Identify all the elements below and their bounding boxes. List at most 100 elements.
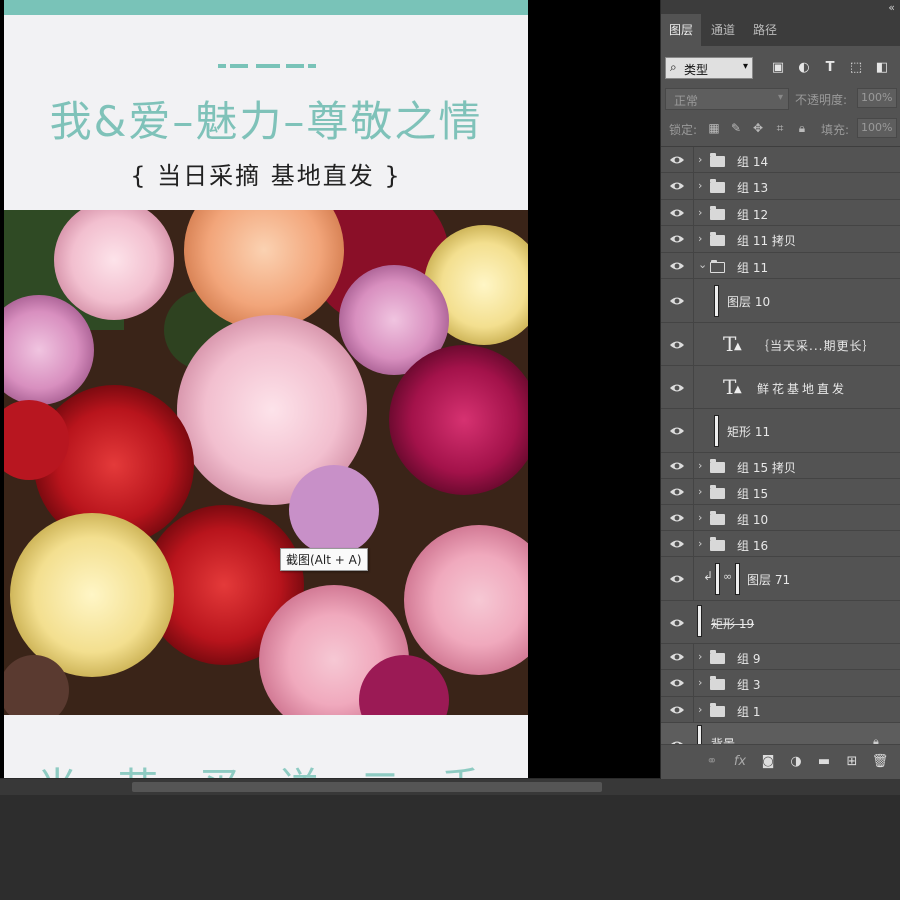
lock-row: 锁定: ▦ ✎ ✥ ⌗ 🔒︎ 填充: 100%: [661, 118, 900, 140]
blend-mode-select[interactable]: 正常 ▾: [665, 88, 789, 110]
chevron-right-icon[interactable]: ›: [698, 459, 702, 472]
layer-row[interactable]: 图层 10: [661, 279, 900, 323]
document-top-bar: [4, 0, 528, 15]
collapse-panel-icon[interactable]: «: [888, 1, 895, 14]
filter-type-label: 类型: [684, 63, 709, 77]
fill-input[interactable]: 100%: [857, 118, 897, 138]
panel-tabs: 图层 通道 路径: [661, 14, 900, 46]
eye-icon[interactable]: [669, 573, 685, 585]
eye-icon[interactable]: [669, 295, 685, 307]
layer-row[interactable]: T ▲ ｛当天采...期更长｝: [661, 323, 900, 366]
chevron-right-icon[interactable]: ›: [698, 232, 702, 245]
canvas-workspace[interactable]: 我&爱–魅力–尊敬之情 { 当日采摘 基地直发 } 截图(Alt + A): [0, 0, 660, 778]
eye-icon[interactable]: [669, 617, 685, 629]
folder-icon: [710, 179, 725, 193]
lock-brush-icon[interactable]: ✎: [729, 121, 743, 135]
adjustment-layer-icon[interactable]: ◑: [787, 753, 805, 771]
layer-row[interactable]: › 组 13: [661, 173, 900, 200]
layer-row[interactable]: › 组 12: [661, 200, 900, 226]
layer-row[interactable]: › 组 15: [661, 479, 900, 505]
chevron-right-icon[interactable]: ›: [698, 537, 702, 550]
eye-icon[interactable]: [669, 425, 685, 437]
eye-icon[interactable]: [669, 382, 685, 394]
layer-name: 图层 71: [747, 573, 791, 587]
tab-channels[interactable]: 通道: [703, 14, 743, 46]
eye-icon[interactable]: [669, 207, 685, 219]
smart-object-filter-icon[interactable]: ◧: [873, 59, 891, 77]
trash-icon[interactable]: 🗑︎: [871, 753, 889, 771]
lock-transparency-icon[interactable]: ▦: [707, 121, 721, 135]
lock-all-icon[interactable]: 🔒︎: [795, 121, 809, 135]
opacity-input[interactable]: 100%: [857, 88, 897, 108]
decorative-dashes: [218, 64, 318, 68]
chevron-right-icon[interactable]: ›: [698, 485, 702, 498]
chevron-right-icon[interactable]: ›: [698, 650, 702, 663]
fx-icon[interactable]: fx: [731, 753, 749, 771]
tab-layers[interactable]: 图层: [661, 14, 702, 46]
eye-icon[interactable]: [669, 677, 685, 689]
layer-row[interactable]: › 组 9: [661, 644, 900, 670]
lock-label: 锁定:: [669, 123, 698, 137]
shape-filter-icon[interactable]: ⬚: [847, 59, 865, 77]
eye-icon[interactable]: [669, 460, 685, 472]
eye-icon[interactable]: [669, 704, 685, 716]
open-folder-icon: [710, 260, 725, 273]
layer-row[interactable]: › 组 15 拷贝: [661, 453, 900, 479]
chevron-right-icon[interactable]: ›: [698, 703, 702, 716]
new-layer-icon[interactable]: ⊞: [843, 753, 861, 771]
folder-icon: [710, 485, 725, 499]
layer-row[interactable]: › 组 3: [661, 670, 900, 697]
document-canvas[interactable]: 我&爱–魅力–尊敬之情 { 当日采摘 基地直发 }: [4, 0, 528, 778]
layer-thumbnail: [714, 285, 719, 317]
layer-name: 组 15 拷贝: [737, 461, 796, 475]
layer-name: 组 15: [737, 487, 769, 501]
chevron-right-icon[interactable]: ›: [698, 511, 702, 524]
image-filter-icon[interactable]: ▣: [769, 59, 787, 77]
chevron-right-icon[interactable]: ›: [698, 206, 702, 219]
layer-row[interactable]: 矩形 11: [661, 409, 900, 453]
layer-name: 组 1: [737, 705, 761, 719]
document-title: 我&爱–魅力–尊敬之情: [49, 97, 483, 146]
lock-move-icon[interactable]: ✥: [751, 121, 765, 135]
layer-row[interactable]: › 组 14: [661, 147, 900, 173]
eye-icon[interactable]: [669, 651, 685, 663]
folder-icon: [710, 153, 725, 167]
layer-row[interactable]: › 组 10: [661, 505, 900, 531]
chevron-down-icon: ▾: [742, 61, 748, 72]
horizontal-scrollbar[interactable]: [0, 778, 900, 795]
eye-icon[interactable]: [669, 339, 685, 351]
chevron-right-icon[interactable]: ›: [698, 676, 702, 689]
folder-icon: [710, 206, 725, 220]
layer-row[interactable]: 背景 🔒︎: [661, 723, 900, 745]
new-group-icon[interactable]: ▬: [815, 753, 833, 771]
filter-type-select[interactable]: ⌕ 类型 ▾: [665, 57, 753, 79]
layer-row[interactable]: › 组 11 拷贝: [661, 226, 900, 253]
layer-row[interactable]: T ▲ 鲜花基地直发: [661, 366, 900, 409]
link-layers-icon[interactable]: ⚭: [703, 753, 721, 771]
layer-row[interactable]: ⌄ 组 11: [661, 253, 900, 279]
chevron-down-icon[interactable]: ⌄: [698, 258, 707, 271]
eye-icon[interactable]: [669, 538, 685, 550]
eye-icon[interactable]: [669, 486, 685, 498]
text-filter-icon[interactable]: T: [821, 59, 839, 77]
tab-paths[interactable]: 路径: [745, 14, 785, 46]
chevron-right-icon[interactable]: ›: [698, 179, 702, 192]
layer-row[interactable]: 矩形 19: [661, 601, 900, 644]
scrollbar-thumb[interactable]: [132, 782, 602, 792]
add-mask-icon[interactable]: ◙: [759, 753, 777, 771]
layer-row[interactable]: › 组 16: [661, 531, 900, 557]
layer-row[interactable]: › 组 1: [661, 697, 900, 723]
search-icon: ⌕: [670, 60, 677, 74]
eye-icon[interactable]: [669, 260, 685, 272]
layer-name: 图层 10: [727, 295, 771, 309]
eye-icon[interactable]: [669, 154, 685, 166]
eye-icon[interactable]: [669, 180, 685, 192]
layers-list[interactable]: › 组 14 › 组 13 › 组 12 › 组 11 拷贝 ⌄ 组 11 图层…: [661, 146, 900, 745]
lock-artboard-icon[interactable]: ⌗: [773, 121, 787, 135]
eye-icon[interactable]: [669, 512, 685, 524]
layer-row[interactable]: ↲ ∞ 图层 71: [661, 557, 900, 601]
eye-icon[interactable]: [669, 233, 685, 245]
chevron-right-icon[interactable]: ›: [698, 153, 702, 166]
adjustment-filter-icon[interactable]: ◐: [795, 59, 813, 77]
layer-filter-row: ⌕ 类型 ▾ ▣ ◐ T ⬚ ◧: [661, 48, 900, 88]
